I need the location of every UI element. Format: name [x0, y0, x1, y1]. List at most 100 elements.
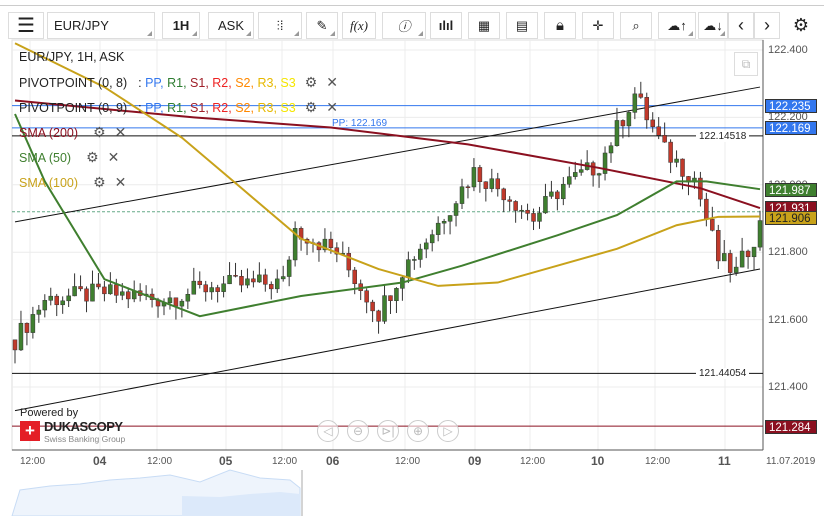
- candle-body: [751, 246, 757, 258]
- zoom-in-icon[interactable]: ⊕: [407, 420, 429, 442]
- candle-body: [257, 274, 262, 283]
- candle-body: [733, 266, 739, 273]
- candle-body: [370, 301, 375, 312]
- candle-body: [72, 286, 77, 297]
- candle-body: [423, 242, 429, 250]
- candle-body: [739, 250, 745, 268]
- time-label: 12:00: [272, 456, 298, 467]
- candle-body: [680, 158, 685, 177]
- pivot-item-r2: R2,: [212, 100, 236, 115]
- candle-body: [388, 295, 393, 301]
- close-icon[interactable]: ✕: [115, 124, 127, 141]
- candle-body: [24, 322, 30, 333]
- candle-body: [465, 186, 471, 188]
- close-icon[interactable]: ✕: [115, 174, 127, 191]
- candle-body: [280, 276, 286, 280]
- r1-price-tag: 122.235: [765, 99, 817, 113]
- candle-body: [656, 126, 661, 136]
- candle-body: [125, 291, 131, 300]
- candle-body: [286, 259, 292, 277]
- sma50-label: SMA (50): [19, 150, 72, 165]
- time-label: 09: [468, 454, 482, 468]
- time-label: 12:00: [645, 456, 671, 467]
- pivot-item-s1: S1,: [190, 75, 213, 90]
- candle-body: [483, 181, 489, 189]
- expand-icon[interactable]: ⧉: [734, 52, 758, 76]
- gear-icon[interactable]: ⚙: [86, 149, 99, 166]
- candle-body: [567, 176, 572, 185]
- candle-body: [578, 169, 584, 173]
- pivot-item-r2: R2,: [212, 75, 236, 90]
- close-icon[interactable]: ✕: [108, 149, 120, 166]
- candle-body: [167, 297, 173, 304]
- time-label: 12:00: [520, 456, 546, 467]
- pivot-item-r3: R3,: [257, 75, 281, 90]
- scroll-left-icon[interactable]: ◁: [317, 420, 339, 442]
- candle-body: [543, 196, 548, 214]
- time-label: 06: [326, 454, 340, 468]
- candle-body: [233, 275, 238, 277]
- time-label: 12:00: [147, 456, 173, 467]
- candle-body: [12, 339, 18, 351]
- candle-body: [590, 162, 596, 176]
- candle-body: [191, 280, 197, 295]
- pivot-item-r3: R3,: [257, 100, 281, 115]
- candle-body: [608, 145, 614, 154]
- candle-body: [489, 178, 495, 189]
- gear-icon[interactable]: ⚙: [93, 174, 106, 191]
- candle-body: [632, 93, 638, 113]
- candle-body: [54, 295, 59, 306]
- candle-body: [179, 300, 185, 307]
- time-label: 10: [591, 454, 605, 468]
- scroll-end-icon[interactable]: ⊳|: [377, 420, 399, 442]
- candle-body: [519, 209, 524, 212]
- pivot-item-s3: S3: [280, 100, 296, 115]
- pivot-label: PIVOTPOINT (0, 8): [19, 75, 128, 90]
- candle-body: [364, 290, 369, 303]
- candle-body: [638, 93, 644, 98]
- scroll-right-icon[interactable]: ▷: [437, 420, 459, 442]
- candle-body: [239, 276, 244, 286]
- candle-body: [716, 230, 721, 262]
- pivot-items: : PP, R1, S1, R2, S2, R3, S3: [138, 100, 296, 115]
- close-icon[interactable]: ✕: [326, 99, 338, 116]
- pivot-item-r1: R1,: [167, 100, 191, 115]
- candle-body: [471, 167, 477, 188]
- candle-body: [84, 288, 89, 302]
- candle-body: [710, 218, 715, 231]
- close-icon[interactable]: ✕: [326, 74, 338, 91]
- zoom-out-icon[interactable]: ⊖: [347, 420, 369, 442]
- candle-body: [435, 222, 441, 235]
- candle-body: [328, 238, 334, 248]
- candle-body: [406, 259, 411, 278]
- candle-body: [263, 274, 268, 285]
- candle-body: [42, 300, 48, 311]
- legend-title: EUR/JPY, 1H, ASK: [19, 50, 125, 64]
- pivot-item-r1: R1,: [167, 75, 191, 90]
- candle-body: [561, 183, 566, 200]
- gear-icon[interactable]: ⚙: [305, 74, 318, 91]
- candle-body: [36, 309, 42, 315]
- candle-body: [173, 297, 179, 307]
- candle-body: [620, 120, 626, 127]
- candle-body: [120, 291, 125, 296]
- candle-body: [274, 278, 280, 290]
- candle-body: [197, 280, 203, 286]
- sma200-label: SMA (200): [19, 125, 79, 140]
- candle-body: [429, 234, 435, 244]
- pivot-item-pp: PP,: [145, 75, 168, 90]
- candle-body: [245, 278, 250, 286]
- price-label: 121.800: [768, 246, 808, 258]
- gear-icon[interactable]: ⚙: [305, 99, 318, 116]
- candle-body: [441, 221, 447, 224]
- candle-body: [96, 283, 101, 288]
- candle-body: [394, 288, 399, 301]
- candle-body: [757, 220, 763, 248]
- candle-body: [48, 295, 54, 301]
- time-label: 12:00: [395, 456, 421, 467]
- pivot-item-pp: PP,: [145, 100, 168, 115]
- time-label: 04: [93, 454, 107, 468]
- pp-price-tag: 122.169: [765, 121, 817, 135]
- price-label: 122.400: [768, 44, 808, 56]
- gear-icon[interactable]: ⚙: [93, 124, 106, 141]
